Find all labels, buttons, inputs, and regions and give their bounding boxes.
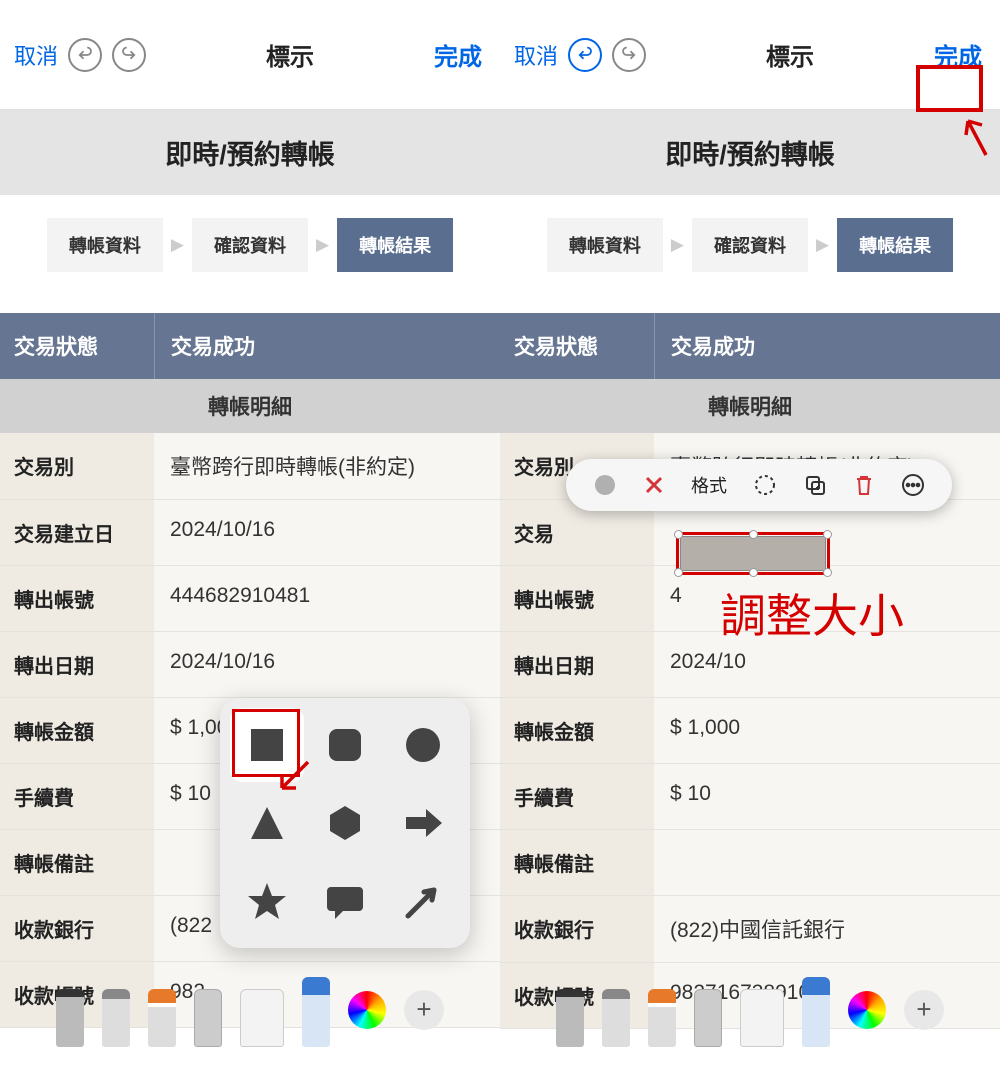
- table-row: 交易建立日2024/10/16: [0, 500, 500, 566]
- status-label: 交易狀態: [500, 313, 654, 379]
- annotation-arrow-icon: [278, 760, 312, 794]
- left-screen: 取消 標示 完成 即時/預約轉帳 轉帳資料 ▶ 確認資料 ▶ 轉帳結果 交易狀態…: [0, 0, 500, 1085]
- close-icon[interactable]: [643, 474, 665, 496]
- annotation-arrow-icon: [962, 115, 992, 157]
- shape-speech-bubble[interactable]: [308, 864, 382, 938]
- cancel-button[interactable]: 取消: [514, 39, 558, 71]
- color-picker[interactable]: [848, 991, 886, 1029]
- step-confirm: 確認資料: [192, 218, 308, 272]
- shape-star[interactable]: [230, 864, 304, 938]
- pen-tool[interactable]: [556, 989, 584, 1047]
- page-title: 即時/預約轉帳: [500, 110, 1000, 195]
- redo-icon[interactable]: [612, 38, 646, 72]
- format-button[interactable]: 格式: [691, 472, 727, 498]
- table-row: 轉帳金額$ 1,000: [500, 698, 1000, 764]
- table-row: 手續費$ 10: [500, 764, 1000, 830]
- status-row: 交易狀態 交易成功: [0, 313, 500, 379]
- topbar: 取消 標示 完成: [0, 0, 500, 110]
- ruler-tool[interactable]: [240, 989, 284, 1047]
- step-indicator: 轉帳資料 ▶ 確認資料 ▶ 轉帳結果: [500, 195, 1000, 295]
- status-value: 交易成功: [154, 313, 500, 379]
- step-transfer-info: 轉帳資料: [47, 218, 163, 272]
- shape-circle[interactable]: [386, 708, 460, 782]
- table-row: 轉出日期2024/10/16: [0, 632, 500, 698]
- eraser-tool[interactable]: [694, 989, 722, 1047]
- step-indicator: 轉帳資料 ▶ 確認資料 ▶ 轉帳結果: [0, 195, 500, 295]
- add-shape-button[interactable]: +: [904, 990, 944, 1030]
- highlighter-tool[interactable]: [648, 989, 676, 1047]
- resize-handle[interactable]: [674, 568, 683, 577]
- resize-handle[interactable]: [749, 568, 758, 577]
- step-transfer-info: 轉帳資料: [547, 218, 663, 272]
- step-result: 轉帳結果: [337, 218, 453, 272]
- duplicate-icon[interactable]: [803, 473, 827, 497]
- chevron-right-icon: ▶: [316, 235, 329, 255]
- pencil-tool[interactable]: [802, 977, 830, 1047]
- page-title: 即時/預約轉帳: [0, 110, 500, 195]
- resize-handles: [674, 530, 832, 577]
- shape-hexagon[interactable]: [308, 786, 382, 860]
- cancel-button[interactable]: 取消: [14, 39, 58, 71]
- pen-tool[interactable]: [56, 989, 84, 1047]
- table-header: 轉帳明細: [0, 379, 500, 433]
- chevron-right-icon: ▶: [671, 235, 684, 255]
- resize-handle[interactable]: [674, 530, 683, 539]
- redo-icon[interactable]: [112, 38, 146, 72]
- stroke-style-icon[interactable]: [753, 473, 777, 497]
- add-shape-button[interactable]: +: [404, 990, 444, 1030]
- shape-line-arrow[interactable]: [386, 864, 460, 938]
- highlight-done-button: [916, 65, 983, 112]
- resize-handle[interactable]: [823, 530, 832, 539]
- eraser-tool[interactable]: [194, 989, 222, 1047]
- status-label: 交易狀態: [0, 313, 154, 379]
- markup-toolbar: +: [0, 972, 500, 1047]
- annotation-resize-label: 調整大小: [720, 580, 904, 646]
- markup-title: 標示: [766, 37, 814, 72]
- chevron-right-icon: ▶: [171, 235, 184, 255]
- shape-arrow[interactable]: [386, 786, 460, 860]
- marker-tool[interactable]: [102, 989, 130, 1047]
- resize-handle[interactable]: [823, 568, 832, 577]
- table-row: 轉出帳號444682910481: [0, 566, 500, 632]
- undo-icon[interactable]: [568, 38, 602, 72]
- status-row: 交易狀態 交易成功: [500, 313, 1000, 379]
- more-icon[interactable]: [901, 473, 925, 497]
- markup-title: 標示: [266, 37, 314, 72]
- step-confirm: 確認資料: [692, 218, 808, 272]
- table-header: 轉帳明細: [500, 379, 1000, 433]
- marker-tool[interactable]: [602, 989, 630, 1047]
- step-result: 轉帳結果: [837, 218, 953, 272]
- markup-toolbar: +: [500, 972, 1000, 1047]
- highlighter-tool[interactable]: [148, 989, 176, 1047]
- undo-icon[interactable]: [68, 38, 102, 72]
- pencil-tool[interactable]: [302, 977, 330, 1047]
- done-button[interactable]: 完成: [434, 37, 482, 72]
- detail-table: 交易別臺幣跨行即時轉帳(非約定) 交易 轉出帳號4 轉出日期2024/10 轉帳…: [500, 433, 1000, 1029]
- status-value: 交易成功: [654, 313, 1000, 379]
- shape-context-toolbar: 格式: [566, 459, 952, 511]
- resize-handle[interactable]: [749, 530, 758, 539]
- table-row: 收款銀行(822)中國信託銀行: [500, 896, 1000, 963]
- chevron-right-icon: ▶: [816, 235, 829, 255]
- shape-triangle[interactable]: [230, 786, 304, 860]
- table-row: 交易別臺幣跨行即時轉帳(非約定): [0, 433, 500, 500]
- color-picker[interactable]: [348, 991, 386, 1029]
- delete-icon[interactable]: [853, 473, 875, 497]
- shape-rounded-square[interactable]: [308, 708, 382, 782]
- table-row: 轉帳備註: [500, 830, 1000, 896]
- ruler-tool[interactable]: [740, 989, 784, 1047]
- fill-swatch[interactable]: [593, 473, 617, 497]
